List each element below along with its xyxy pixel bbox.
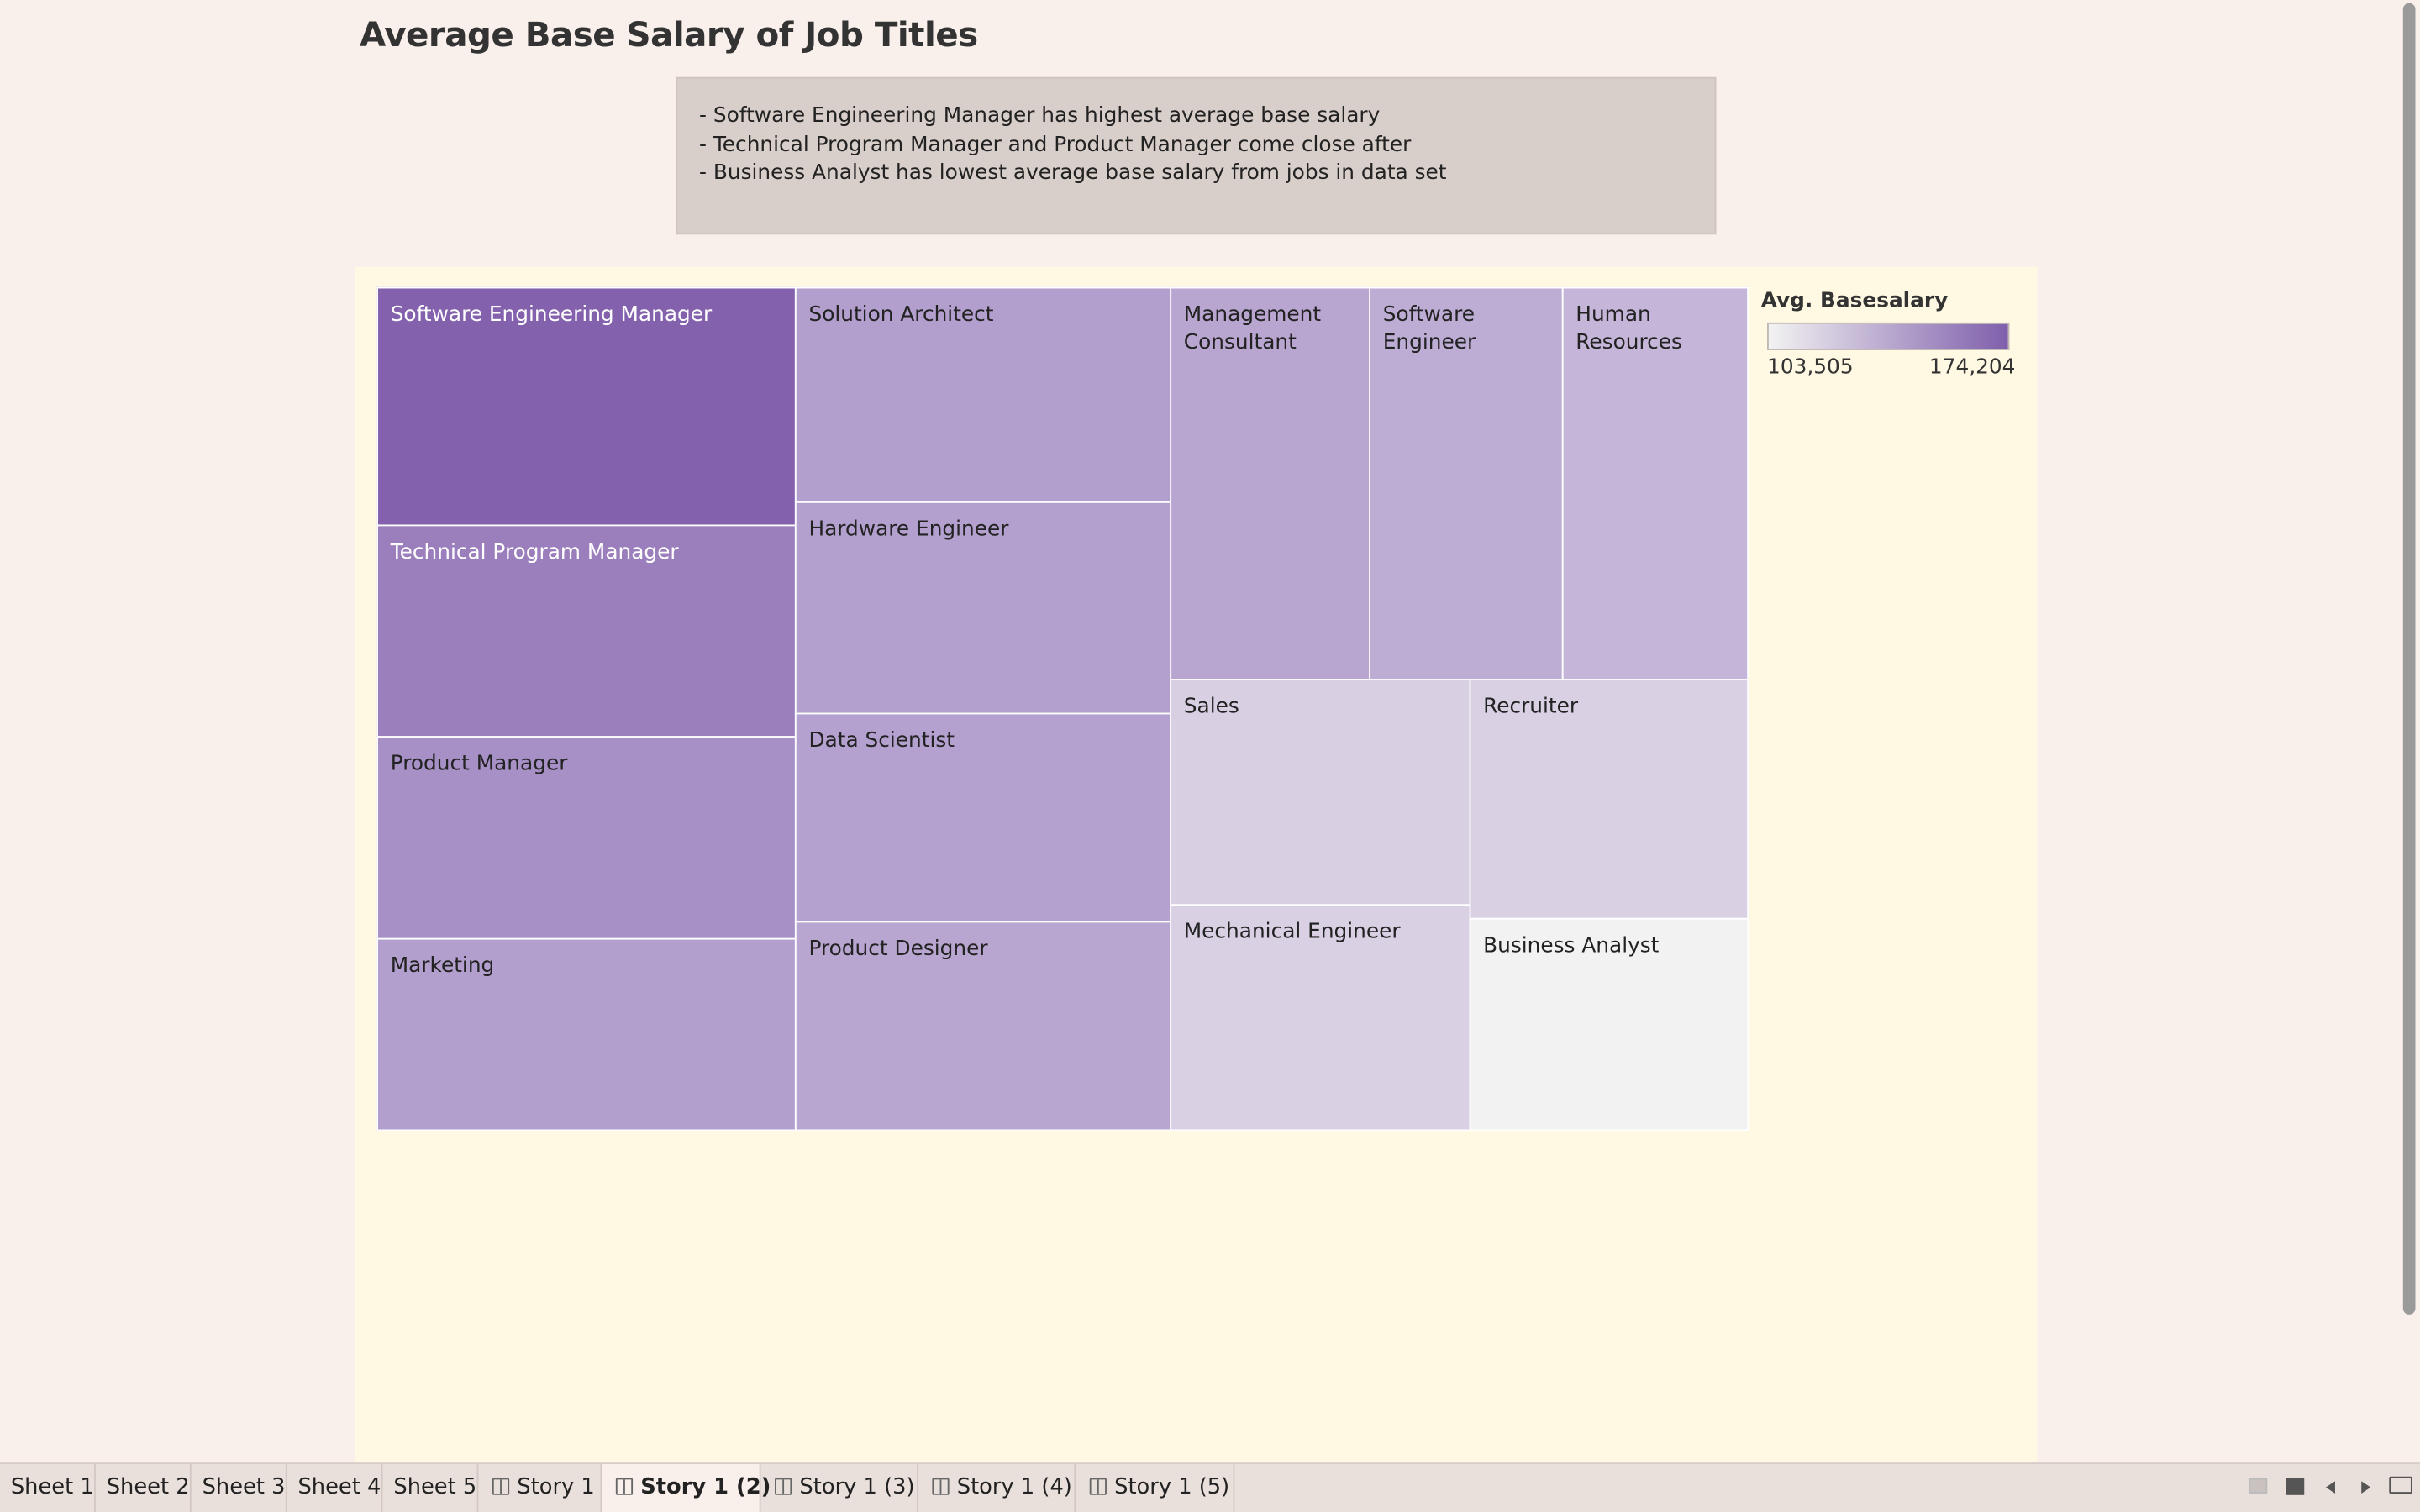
cell-label: Human Resources bbox=[1576, 302, 1682, 355]
cell-label: Management Consultant bbox=[1183, 302, 1322, 355]
tab-sheet-3[interactable]: Sheet 3 bbox=[192, 1464, 287, 1512]
tab-label: Story 1 (2) bbox=[640, 1474, 771, 1500]
tab-label: Sheet 1 bbox=[10, 1474, 94, 1500]
tab-sheet-2[interactable]: Sheet 2 bbox=[96, 1464, 192, 1512]
treemap-cell-product-designer[interactable]: Product Designer bbox=[794, 921, 1172, 1131]
treemap-cell-hardware-engineer[interactable]: Hardware Engineer bbox=[794, 501, 1172, 715]
scrollbar-thumb[interactable] bbox=[2402, 3, 2416, 1315]
cell-label: Hardware Engineer bbox=[808, 517, 1009, 542]
notes-box: - Software Engineering Manager has highe… bbox=[676, 76, 1717, 235]
sheet-tab-bar: Sheet 1 Sheet 2 Sheet 3 Sheet 4 Sheet 5 … bbox=[0, 1462, 2420, 1512]
legend-min-label: 103,505 bbox=[1767, 354, 1854, 380]
treemap-cell-software-engineer[interactable]: Software Engineer bbox=[1369, 286, 1564, 681]
tab-label: Story 1 bbox=[517, 1474, 595, 1500]
treemap-cell-management-consultant[interactable]: Management Consultant bbox=[1170, 286, 1371, 681]
treemap-cell-human-resources[interactable]: Human Resources bbox=[1561, 286, 1749, 681]
tab-story-1-3[interactable]: Story 1 (3) bbox=[761, 1464, 918, 1512]
tab-sheet-5[interactable]: Sheet 5 bbox=[383, 1464, 479, 1512]
cell-label: Business Analyst bbox=[1483, 933, 1660, 958]
cell-label: Technical Program Manager bbox=[390, 539, 679, 565]
tab-sheet-4[interactable]: Sheet 4 bbox=[287, 1464, 383, 1512]
treemap-cell-technical-program-manager[interactable]: Technical Program Manager bbox=[376, 524, 797, 738]
cell-label: Data Scientist bbox=[808, 727, 955, 753]
presentation-mode-icon[interactable] bbox=[2389, 1476, 2412, 1494]
treemap-cell-recruiter[interactable]: Recruiter bbox=[1469, 679, 1749, 920]
previous-sheet-icon[interactable] bbox=[2325, 1481, 2335, 1494]
tab-label: Sheet 2 bbox=[106, 1474, 190, 1500]
cell-label: Product Designer bbox=[808, 936, 988, 962]
tab-story-1-5[interactable]: Story 1 (5) bbox=[1076, 1464, 1235, 1512]
next-sheet-icon[interactable] bbox=[2361, 1481, 2371, 1494]
tab-label: Sheet 4 bbox=[297, 1474, 381, 1500]
note-line: - Business Analyst has lowest average ba… bbox=[699, 160, 1447, 186]
tab-story-1[interactable]: Story 1 bbox=[478, 1464, 602, 1512]
show-sheets-as-tabs-icon[interactable] bbox=[2286, 1478, 2305, 1495]
treemap-cell-product-manager[interactable]: Product Manager bbox=[376, 736, 797, 940]
note-line: - Software Engineering Manager has highe… bbox=[699, 103, 1381, 129]
story-book-icon bbox=[932, 1478, 950, 1495]
cell-label: Mechanical Engineer bbox=[1183, 919, 1401, 945]
tab-label: Sheet 5 bbox=[393, 1474, 477, 1500]
story-book-icon bbox=[1089, 1478, 1107, 1495]
cell-label: Solution Architect bbox=[808, 302, 994, 328]
cell-label: Software Engineer bbox=[1382, 302, 1476, 355]
cell-label: Product Manager bbox=[390, 751, 568, 776]
tab-label: Story 1 (5) bbox=[1114, 1474, 1230, 1500]
story-book-icon bbox=[615, 1478, 634, 1495]
tab-label: Sheet 3 bbox=[202, 1474, 286, 1500]
legend-color-ramp bbox=[1767, 322, 2010, 350]
treemap-cell-sales[interactable]: Sales bbox=[1170, 679, 1471, 906]
story-book-icon bbox=[492, 1478, 510, 1495]
legend-title: Avg. Basesalary bbox=[1760, 288, 1949, 313]
vertical-scrollbar[interactable] bbox=[2398, 0, 2420, 1463]
show-sheets-as-grid-icon[interactable] bbox=[2249, 1478, 2268, 1494]
treemap-cell-business-analyst[interactable]: Business Analyst bbox=[1469, 917, 1749, 1131]
cell-label: Recruiter bbox=[1483, 694, 1579, 719]
tab-story-1-4[interactable]: Story 1 (4) bbox=[918, 1464, 1076, 1512]
legend-max-label: 174,204 bbox=[1928, 354, 2016, 380]
tab-label: Story 1 (4) bbox=[956, 1474, 1072, 1500]
treemap-cell-data-scientist[interactable]: Data Scientist bbox=[794, 712, 1172, 923]
treemap-cell-mechanical-engineer[interactable]: Mechanical Engineer bbox=[1170, 904, 1471, 1131]
story-book-icon bbox=[775, 1478, 792, 1495]
cell-label: Software Engineering Manager bbox=[390, 302, 713, 328]
dashboard-title: Average Base Salary of Job Titles bbox=[359, 17, 978, 56]
cell-label: Sales bbox=[1183, 694, 1239, 719]
tab-sheet-1[interactable]: Sheet 1 bbox=[0, 1464, 96, 1512]
tab-label: Story 1 (3) bbox=[799, 1474, 915, 1500]
treemap-cell-marketing[interactable]: Marketing bbox=[376, 937, 797, 1131]
treemap-cell-software-engineering-manager[interactable]: Software Engineering Manager bbox=[376, 286, 797, 527]
tab-story-1-2[interactable]: Story 1 (2) bbox=[602, 1464, 771, 1512]
treemap-cell-solution-architect[interactable]: Solution Architect bbox=[794, 286, 1172, 503]
note-line: - Technical Program Manager and Product … bbox=[699, 132, 1412, 157]
cell-label: Marketing bbox=[390, 953, 495, 979]
